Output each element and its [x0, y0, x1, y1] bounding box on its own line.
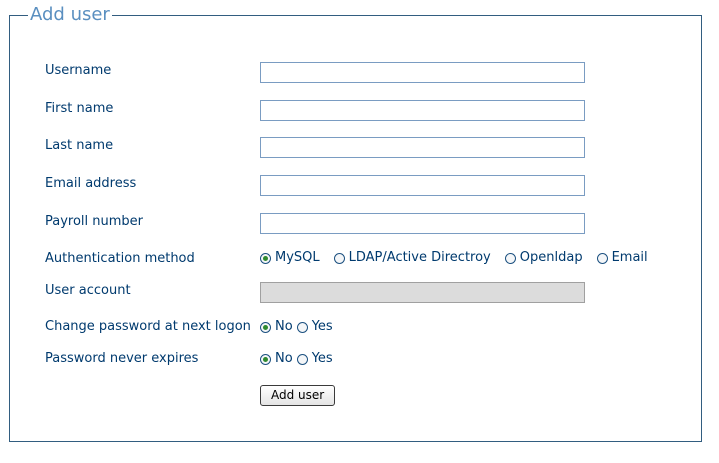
change-password-label: Change password at next logon — [45, 319, 251, 334]
never-expires-radio-group: No Yes — [260, 351, 347, 367]
radio-selected-icon[interactable] — [260, 321, 271, 333]
email-input[interactable] — [260, 175, 585, 196]
auth-method-radio-group: MySQL LDAP/Active Directroy Openldap Ema… — [260, 250, 662, 266]
payroll-input[interactable] — [260, 213, 585, 234]
payroll-label: Payroll number — [45, 214, 144, 229]
auth-option-mysql[interactable]: MySQL — [260, 250, 320, 266]
radio-unselected-icon[interactable] — [296, 321, 308, 333]
change-password-option-yes[interactable]: Yes — [296, 319, 333, 335]
auth-option-ldap[interactable]: LDAP/Active Directroy — [333, 250, 491, 266]
user-account-input — [260, 282, 585, 303]
change-password-radio-group: No Yes — [260, 319, 347, 335]
radio-unselected-icon[interactable] — [504, 252, 516, 264]
email-label: Email address — [45, 176, 137, 191]
username-label: Username — [45, 63, 112, 78]
first-name-input[interactable] — [260, 100, 585, 121]
first-name-label: First name — [45, 101, 114, 116]
radio-selected-icon[interactable] — [260, 353, 271, 365]
radio-selected-icon[interactable] — [260, 252, 271, 264]
never-expires-label: Password never expires — [45, 351, 199, 366]
add-user-button[interactable]: Add user — [260, 385, 336, 406]
auth-option-email[interactable]: Email — [596, 250, 648, 266]
username-input[interactable] — [260, 62, 585, 83]
auth-option-openldap[interactable]: Openldap — [504, 250, 583, 266]
never-expires-option-no[interactable]: No — [260, 351, 293, 367]
change-password-option-no[interactable]: No — [260, 319, 293, 335]
user-account-label: User account — [45, 283, 131, 298]
auth-method-label: Authentication method — [45, 251, 195, 266]
last-name-input[interactable] — [260, 137, 585, 158]
never-expires-option-yes[interactable]: Yes — [296, 351, 333, 367]
radio-unselected-icon[interactable] — [333, 252, 345, 264]
radio-unselected-icon[interactable] — [296, 353, 308, 365]
form-legend: Add user — [28, 4, 112, 26]
last-name-label: Last name — [45, 138, 114, 153]
radio-unselected-icon[interactable] — [596, 252, 608, 264]
